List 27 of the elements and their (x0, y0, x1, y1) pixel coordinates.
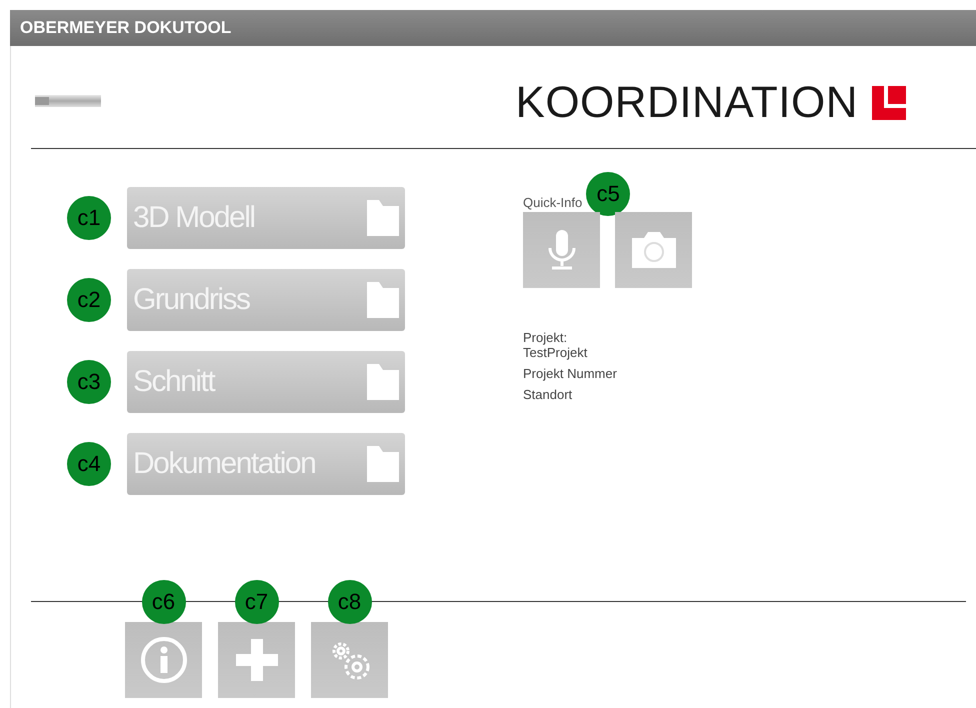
project-info-text: Projekt Nummer (523, 366, 618, 381)
add-button[interactable] (218, 622, 295, 698)
folder-icon (365, 444, 401, 484)
settings-button[interactable] (311, 622, 388, 698)
folder-icon (365, 198, 401, 238)
callout-badge: c7 (234, 580, 278, 624)
callout-badge: c3 (67, 360, 111, 404)
camera-icon (630, 230, 678, 270)
callout-badge: c6 (142, 580, 186, 624)
camera-button[interactable] (615, 212, 692, 288)
logo-icon (872, 86, 906, 120)
microphone-button[interactable] (523, 212, 600, 288)
menu-handle-icon[interactable] (35, 95, 101, 107)
info-icon (138, 635, 188, 685)
callout-badge: c5 (586, 172, 630, 216)
window-title: OBERMEYER DOKUTOOL (20, 18, 232, 38)
callout-badge: c2 (67, 278, 111, 322)
project-info-text: Standort (523, 387, 574, 402)
callout-badge: c8 (328, 580, 372, 624)
project-info-text: Projekt: TestProjekt (523, 330, 588, 360)
callout-badge: c1 (67, 196, 111, 240)
callout-badge: c4 (67, 442, 111, 486)
folder-icon (365, 280, 401, 320)
folder-icon (365, 362, 401, 402)
page-heading: KOORDINATION (515, 78, 858, 128)
info-button[interactable] (125, 622, 202, 698)
quick-info-label: Quick-Info (523, 195, 582, 212)
